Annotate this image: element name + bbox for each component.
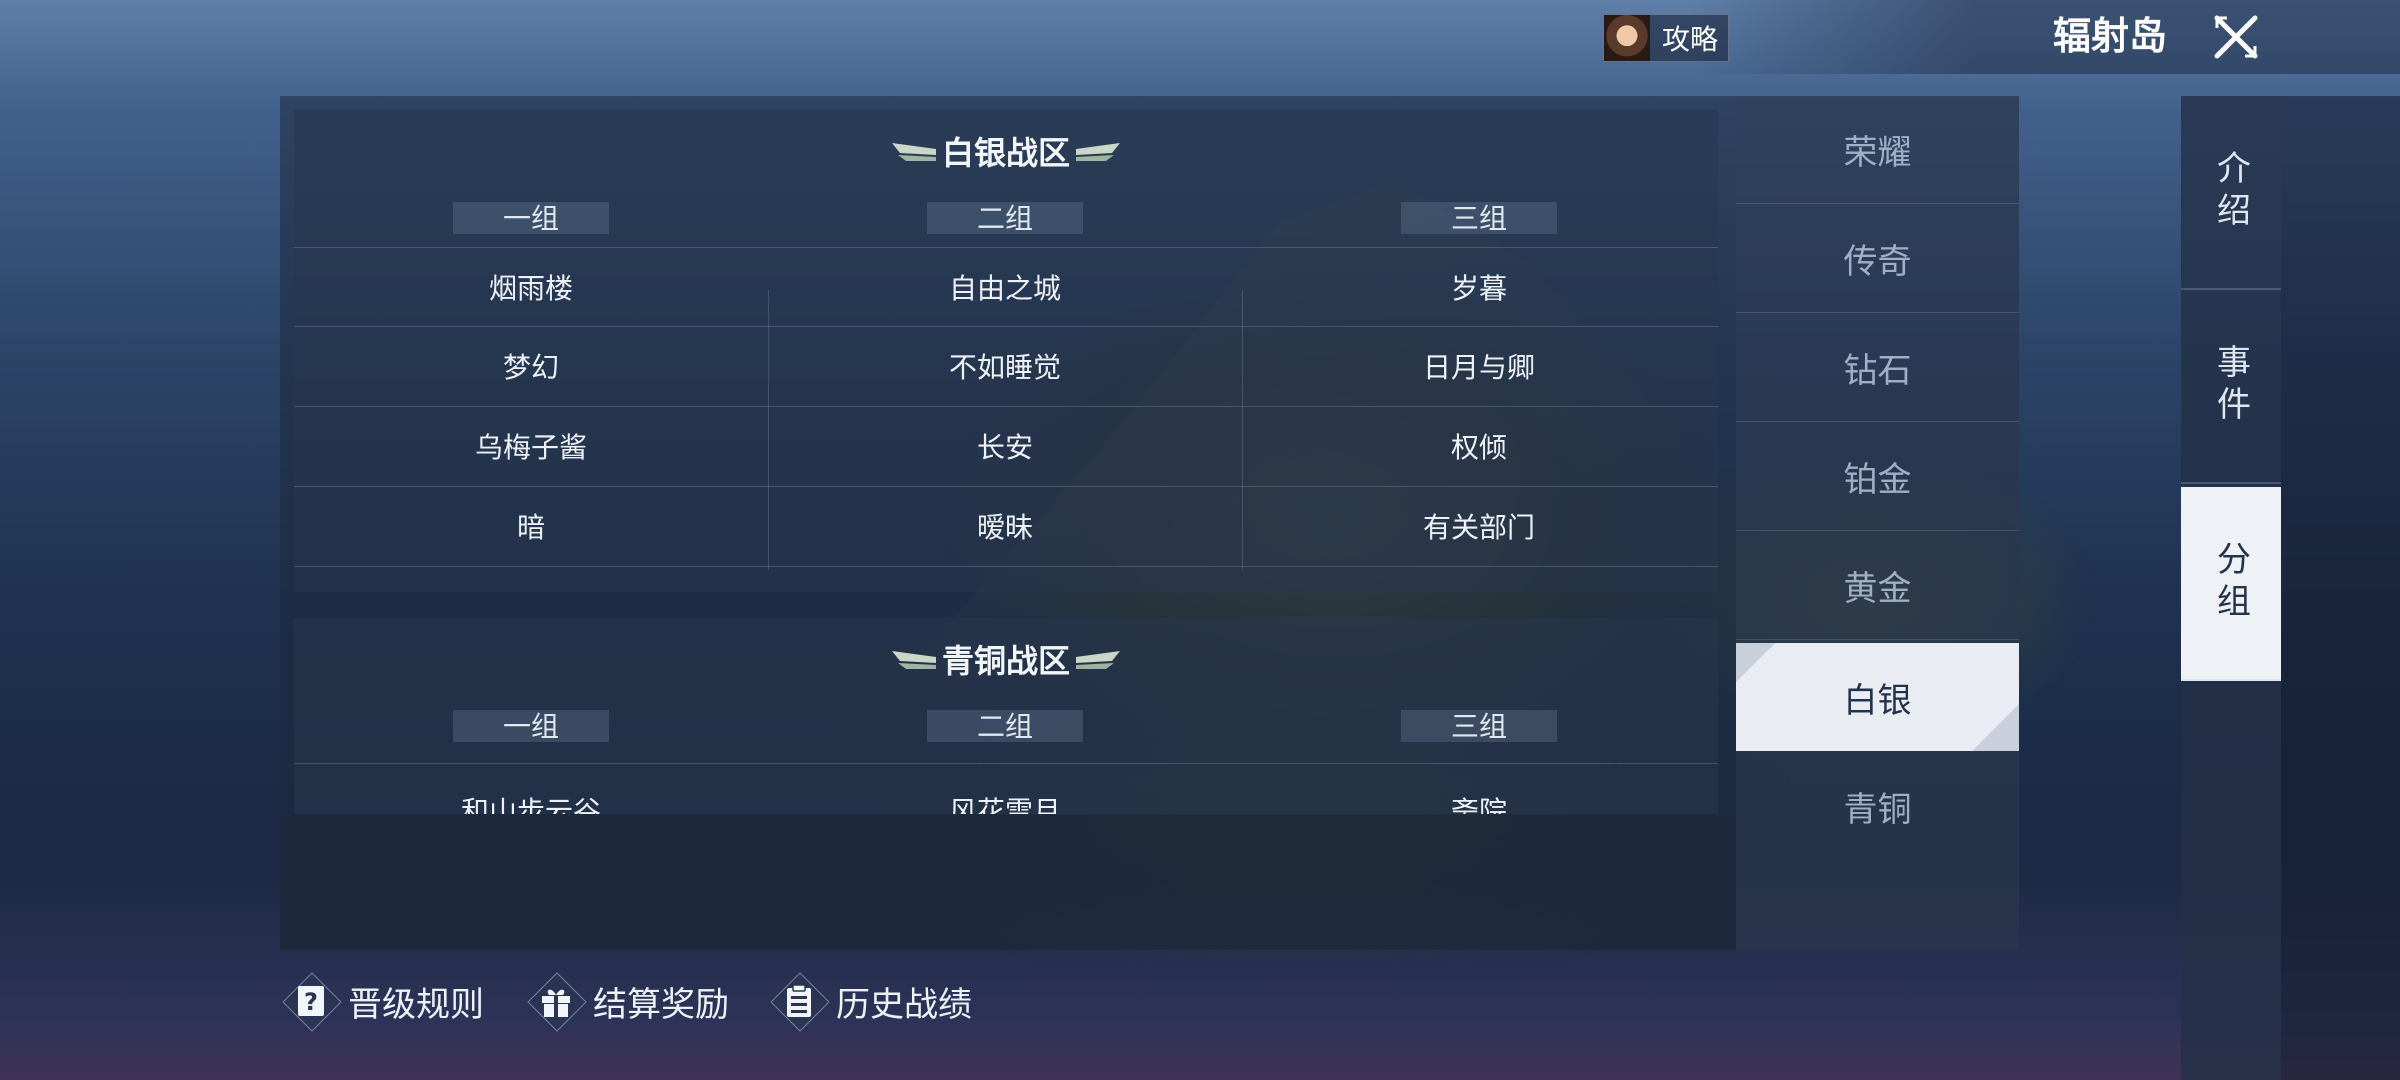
group-header: 二组	[927, 710, 1083, 743]
guide-button[interactable]: 攻略	[1603, 14, 1729, 62]
group-cell: 和山步云谷	[460, 794, 601, 815]
group-cell: 岁暮	[1450, 271, 1507, 305]
close-button[interactable]	[2196, 6, 2276, 68]
group-cell: 乌梅子酱	[474, 430, 587, 464]
zone-title-text: 青铜战区	[941, 642, 1070, 680]
settlement-rewards-label: 结算奖励	[593, 984, 729, 1025]
group-cell: 权倾	[1450, 430, 1507, 464]
left-wing-icon	[891, 651, 936, 669]
promotion-rules-label: 晋级规则	[348, 984, 484, 1025]
tier-item-glory[interactable]: 荣耀	[1736, 96, 2019, 204]
close-icon	[2214, 15, 2258, 59]
clipboard-icon	[770, 972, 828, 1030]
tier-item-silver[interactable]: 白银	[1736, 643, 2019, 751]
zone-title-text: 白银战区	[941, 134, 1070, 172]
group-header: 三组	[1401, 202, 1557, 235]
group-header: 二组	[927, 202, 1083, 235]
right-wing-icon	[1076, 143, 1120, 161]
left-wing-icon	[891, 143, 936, 161]
side-rail-shadow	[2281, 96, 2400, 1080]
group-header: 三组	[1401, 710, 1557, 743]
group-header: 一组	[453, 202, 609, 235]
svg-text:?: ?	[304, 988, 318, 1016]
map-title: 辐射岛	[2052, 14, 2167, 58]
tab-events[interactable]: 事件	[2181, 290, 2281, 484]
tier-item-diamond[interactable]: 钻石	[1736, 314, 2019, 422]
list-bottom-mask	[280, 815, 1736, 950]
group-cell: 暗	[516, 510, 545, 544]
tier-item-gold[interactable]: 黄金	[1736, 532, 2019, 640]
tier-item-bronze[interactable]: 青铜	[1736, 752, 2019, 860]
group-cell: 斋院	[1450, 794, 1507, 815]
group-cell: 梦幻	[502, 350, 559, 384]
zone-title: 白银战区	[294, 128, 1718, 174]
group-header: 一组	[453, 710, 609, 743]
guide-label: 攻略	[1662, 23, 1719, 56]
group-cell: 不如睡觉	[948, 350, 1061, 384]
zone-card-bronze: 青铜战区 一组 二组 三组 和山步云谷 风花雪月 斋院	[294, 618, 1718, 814]
zone-card-silver: 白银战区 一组 二组 三组 烟雨楼 自由之城 岁暮 梦幻 不如睡觉 日月与卿 乌…	[294, 110, 1718, 592]
tier-item-platinum[interactable]: 铂金	[1736, 423, 2019, 531]
zone-title: 青铜战区	[294, 636, 1718, 682]
guide-avatar	[1604, 15, 1650, 61]
row-divider	[294, 763, 1718, 764]
tier-item-legend[interactable]: 传奇	[1736, 205, 2019, 313]
question-icon: ?	[282, 972, 340, 1030]
history-records-label: 历史战绩	[836, 984, 972, 1025]
promotion-rules-button[interactable]: ? 晋级规则	[282, 970, 484, 1032]
gift-icon	[527, 972, 585, 1030]
group-cell: 长安	[976, 430, 1033, 464]
history-records-button[interactable]: 历史战绩	[770, 970, 972, 1032]
group-cell: 烟雨楼	[488, 271, 573, 305]
group-cell: 自由之城	[948, 271, 1061, 305]
tab-groups[interactable]: 分组	[2181, 487, 2281, 681]
settlement-rewards-button[interactable]: 结算奖励	[527, 970, 729, 1032]
group-cell: 暧昧	[976, 510, 1033, 544]
right-wing-icon	[1076, 651, 1120, 669]
group-cell: 日月与卿	[1422, 350, 1535, 384]
group-cell: 有关部门	[1422, 510, 1535, 544]
tab-intro[interactable]: 介绍	[2181, 96, 2281, 290]
group-cell: 风花雪月	[948, 794, 1061, 815]
row-divider	[294, 566, 1718, 567]
